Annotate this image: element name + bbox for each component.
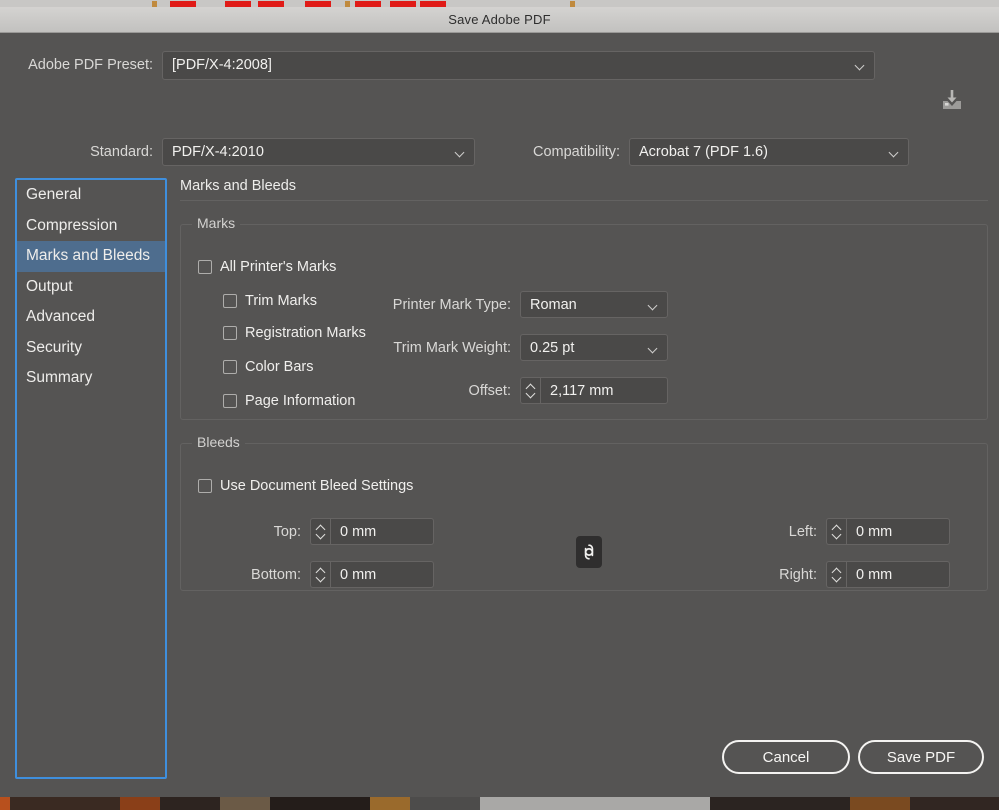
dialog-title: Save Adobe PDF bbox=[448, 12, 551, 27]
chevron-down-icon[interactable] bbox=[316, 533, 325, 538]
sidebar-item-label: Output bbox=[26, 277, 73, 295]
sidebar-item-label: Compression bbox=[26, 216, 118, 234]
bleed-top-stepper[interactable] bbox=[310, 518, 330, 545]
standard-label: Standard: bbox=[90, 144, 153, 160]
sidebar-item-label: Summary bbox=[26, 369, 93, 387]
bleed-bottom-stepper[interactable] bbox=[310, 561, 330, 588]
checkbox-icon[interactable] bbox=[223, 326, 237, 340]
settings-category-list[interactable]: General Compression Marks and Bleeds Out… bbox=[15, 178, 167, 779]
sidebar-item-general[interactable]: General bbox=[17, 180, 165, 211]
sidebar-item-label: Marks and Bleeds bbox=[26, 247, 151, 265]
chevron-down-icon bbox=[856, 62, 865, 68]
bleed-bottom-label: Bottom: bbox=[251, 566, 301, 583]
printer-mark-type-value: Roman bbox=[530, 296, 577, 313]
sidebar-item-marks-and-bleeds[interactable]: Marks and Bleeds bbox=[17, 241, 165, 272]
checkbox-icon[interactable] bbox=[223, 294, 237, 308]
checkbox-icon[interactable] bbox=[198, 479, 212, 493]
trim-mark-weight-label: Trim Mark Weight: bbox=[393, 339, 511, 356]
offset-stepper[interactable] bbox=[520, 377, 540, 404]
bleed-right-row: Right: 0 mm bbox=[737, 561, 950, 588]
sidebar-item-output[interactable]: Output bbox=[17, 272, 165, 303]
dialog-body: Adobe PDF Preset: [PDF/X-4:2008] Standar… bbox=[0, 33, 999, 796]
color-bars-checkbox-row[interactable]: Color Bars bbox=[223, 359, 314, 375]
settings-panel: Marks and Bleeds Marks All Printer's Mar… bbox=[180, 178, 988, 591]
sidebar-item-advanced[interactable]: Advanced bbox=[17, 302, 165, 333]
chevron-down-icon bbox=[456, 149, 465, 155]
dialog-footer: Cancel Save PDF bbox=[0, 726, 999, 796]
save-preset-icon[interactable] bbox=[937, 87, 967, 113]
preset-label: Adobe PDF Preset: bbox=[28, 57, 153, 73]
offset-row: Offset: 2,117 mm bbox=[331, 377, 668, 404]
marks-group: Marks All Printer's Marks Trim Marks Reg… bbox=[180, 215, 988, 420]
sidebar-item-security[interactable]: Security bbox=[17, 333, 165, 364]
printer-mark-type-select[interactable]: Roman bbox=[520, 291, 668, 318]
bleed-top-input[interactable]: 0 mm bbox=[330, 518, 434, 545]
sidebar-item-label: General bbox=[26, 186, 82, 204]
preset-row: Adobe PDF Preset: [PDF/X-4:2008] bbox=[0, 49, 999, 81]
compatibility-label: Compatibility: bbox=[532, 144, 620, 160]
all-printers-marks-label: All Printer's Marks bbox=[220, 259, 337, 275]
background-window-top-sliver bbox=[0, 0, 999, 7]
chevron-down-icon bbox=[890, 149, 899, 155]
printer-mark-type-row: Printer Mark Type: Roman bbox=[331, 291, 668, 318]
compatibility-value: Acrobat 7 (PDF 1.6) bbox=[639, 144, 768, 160]
sidebar-item-compression[interactable]: Compression bbox=[17, 211, 165, 242]
trim-marks-checkbox-row[interactable]: Trim Marks bbox=[223, 293, 317, 309]
bleeds-group: Bleeds Use Document Bleed Settings Top: … bbox=[180, 434, 988, 591]
chevron-down-icon[interactable] bbox=[316, 576, 325, 581]
bleed-left-row: Left: 0 mm bbox=[737, 518, 950, 545]
checkbox-icon[interactable] bbox=[223, 394, 237, 408]
preset-value: [PDF/X-4:2008] bbox=[172, 57, 272, 73]
use-document-bleed-settings-checkbox-row[interactable]: Use Document Bleed Settings bbox=[198, 478, 413, 494]
bleed-left-stepper[interactable] bbox=[826, 518, 846, 545]
chain-link-icon[interactable] bbox=[576, 536, 602, 568]
background-window-bottom-sliver bbox=[0, 797, 999, 810]
trim-mark-weight-select[interactable]: 0.25 pt bbox=[520, 334, 668, 361]
standard-value: PDF/X-4:2010 bbox=[172, 144, 264, 160]
chevron-down-icon bbox=[649, 302, 658, 308]
standard-compatibility-row: Standard: PDF/X-4:2010 Compatibility: Ac… bbox=[0, 137, 999, 167]
chevron-down-icon[interactable] bbox=[526, 392, 535, 397]
chevron-down-icon bbox=[649, 345, 658, 351]
offset-label: Offset: bbox=[468, 382, 511, 399]
sidebar-item-label: Security bbox=[26, 338, 82, 356]
bleed-right-label: Right: bbox=[779, 566, 817, 583]
offset-input[interactable]: 2,117 mm bbox=[540, 377, 668, 404]
chevron-down-icon[interactable] bbox=[832, 533, 841, 538]
printer-mark-type-label: Printer Mark Type: bbox=[392, 296, 511, 313]
bleed-bottom-row: Bottom: 0 mm bbox=[221, 561, 434, 588]
page-title: Marks and Bleeds bbox=[180, 178, 988, 201]
cancel-button[interactable]: Cancel bbox=[722, 740, 850, 774]
adobe-pdf-preset-select[interactable]: [PDF/X-4:2008] bbox=[162, 50, 875, 80]
sidebar-item-summary[interactable]: Summary bbox=[17, 363, 165, 394]
use-document-bleed-settings-label: Use Document Bleed Settings bbox=[220, 478, 414, 494]
save-adobe-pdf-dialog: Save Adobe PDF Adobe PDF Preset: [PDF/X-… bbox=[0, 7, 999, 797]
bleed-top-row: Top: 0 mm bbox=[221, 518, 434, 545]
marks-group-title: Marks bbox=[192, 215, 241, 231]
bleed-left-label: Left: bbox=[788, 523, 817, 540]
bleed-bottom-input[interactable]: 0 mm bbox=[330, 561, 434, 588]
save-pdf-button[interactable]: Save PDF bbox=[858, 740, 984, 774]
all-printers-marks-checkbox-row[interactable]: All Printer's Marks bbox=[198, 259, 336, 275]
chevron-down-icon[interactable] bbox=[832, 576, 841, 581]
standard-select[interactable]: PDF/X-4:2010 bbox=[162, 138, 475, 166]
compatibility-select[interactable]: Acrobat 7 (PDF 1.6) bbox=[629, 138, 909, 166]
color-bars-label: Color Bars bbox=[245, 359, 314, 375]
checkbox-icon[interactable] bbox=[198, 260, 212, 274]
trim-mark-weight-row: Trim Mark Weight: 0.25 pt bbox=[331, 334, 668, 361]
bleed-right-input[interactable]: 0 mm bbox=[846, 561, 950, 588]
trim-marks-label: Trim Marks bbox=[245, 293, 317, 309]
dialog-titlebar: Save Adobe PDF bbox=[0, 7, 999, 33]
checkbox-icon[interactable] bbox=[223, 360, 237, 374]
bleeds-group-title: Bleeds bbox=[192, 434, 245, 450]
sidebar-item-label: Advanced bbox=[26, 308, 95, 326]
bleed-left-input[interactable]: 0 mm bbox=[846, 518, 950, 545]
bleed-right-stepper[interactable] bbox=[826, 561, 846, 588]
bleed-top-label: Top: bbox=[273, 523, 301, 540]
trim-mark-weight-value: 0.25 pt bbox=[530, 339, 575, 356]
